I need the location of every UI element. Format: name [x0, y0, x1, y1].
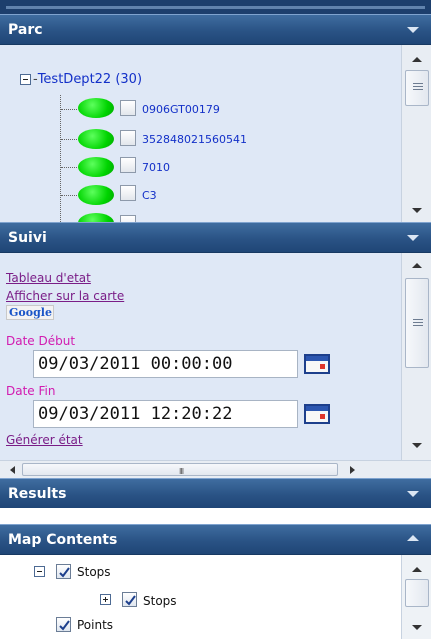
layer-label: Stops	[143, 594, 177, 608]
status-dot-icon	[78, 98, 114, 118]
layer-label: Points	[77, 618, 114, 632]
item-checkbox[interactable]	[120, 215, 136, 222]
afficher-carte-link[interactable]: Afficher sur la carte	[6, 289, 124, 303]
expand-arrow-icon[interactable]	[407, 535, 419, 541]
tree-expand-icon[interactable]	[100, 594, 111, 605]
date-fin-field[interactable]: 09/03/2011 12:20:22	[33, 400, 298, 428]
collapse-arrow-icon[interactable]	[407, 27, 419, 33]
item-label: 352848021560541	[142, 133, 247, 146]
calendar-icon[interactable]	[304, 354, 330, 374]
item-label: 0906GT00179	[142, 103, 220, 116]
scroll-thumb[interactable]: III	[22, 463, 338, 476]
collapse-arrow-icon[interactable]	[407, 235, 419, 241]
scroll-thumb[interactable]	[405, 579, 429, 607]
date-fin-label: Date Fin	[6, 384, 56, 398]
tree-root-node[interactable]: - TestDept22 (30)	[20, 72, 142, 87]
scroll-left-icon[interactable]	[10, 466, 15, 474]
date-debut-field[interactable]: 09/03/2011 00:00:00	[33, 350, 298, 378]
suivi-vertical-scrollbar[interactable]	[401, 253, 431, 460]
scroll-down-icon[interactable]	[412, 208, 422, 213]
item-checkbox[interactable]	[120, 100, 136, 116]
map-contents-vertical-scrollbar[interactable]	[401, 555, 431, 639]
scroll-right-icon[interactable]	[350, 466, 355, 474]
item-checkbox[interactable]	[120, 130, 136, 146]
tableau-etat-link[interactable]: Tableau d'etat	[6, 271, 91, 285]
checkbox-icon[interactable]	[56, 564, 71, 579]
suivi-panel-title: Suivi	[8, 230, 47, 246]
layer-label: Stops	[77, 565, 111, 579]
item-checkbox[interactable]	[120, 185, 136, 201]
item-label: 7010	[142, 161, 170, 174]
tree-collapse-icon[interactable]	[34, 566, 45, 577]
status-dot-icon	[78, 157, 114, 177]
scroll-up-icon[interactable]	[412, 263, 422, 268]
scroll-up-icon[interactable]	[412, 57, 422, 62]
date-debut-label: Date Début	[6, 334, 76, 348]
scroll-up-icon[interactable]	[412, 567, 422, 572]
parc-tree-panel: - TestDept22 (30) 0906GT00179 3528480215…	[0, 45, 431, 222]
status-dot-icon	[78, 129, 114, 149]
checkbox-icon[interactable]	[56, 617, 71, 632]
map-contents-panel-title: Map Contents	[8, 532, 118, 548]
calendar-icon[interactable]	[304, 404, 330, 424]
scroll-thumb[interactable]	[405, 278, 429, 368]
tree-connector-line	[60, 95, 61, 222]
top-strip	[0, 0, 431, 14]
parc-vertical-scrollbar[interactable]	[401, 45, 431, 222]
suivi-panel: Tableau d'etat Afficher sur la carte Goo…	[0, 253, 431, 478]
results-panel-header[interactable]: Results	[0, 478, 431, 509]
item-checkbox[interactable]	[120, 157, 136, 173]
map-contents-panel-header[interactable]: Map Contents	[0, 524, 431, 555]
scroll-down-icon[interactable]	[412, 443, 422, 448]
suivi-horizontal-scrollbar[interactable]: III	[0, 460, 431, 478]
map-contents-panel: Stops Stops Points	[0, 555, 431, 639]
scroll-down-icon[interactable]	[412, 625, 422, 630]
google-badge[interactable]: Google	[6, 305, 54, 320]
tree-collapse-icon[interactable]	[20, 74, 31, 85]
results-panel-title: Results	[8, 486, 67, 502]
generer-etat-link[interactable]: Générer état	[6, 433, 83, 447]
scroll-thumb[interactable]	[405, 70, 429, 106]
parc-panel-header[interactable]: Parc	[0, 14, 431, 45]
status-dot-icon	[78, 185, 114, 205]
status-dot-icon	[78, 213, 114, 222]
tree-root-label: TestDept22 (30)	[37, 72, 143, 87]
item-label: C3	[142, 189, 157, 202]
suivi-panel-header[interactable]: Suivi	[0, 222, 431, 253]
collapse-arrow-icon[interactable]	[407, 491, 419, 497]
checkbox-icon[interactable]	[122, 592, 137, 607]
parc-panel-title: Parc	[8, 22, 43, 38]
